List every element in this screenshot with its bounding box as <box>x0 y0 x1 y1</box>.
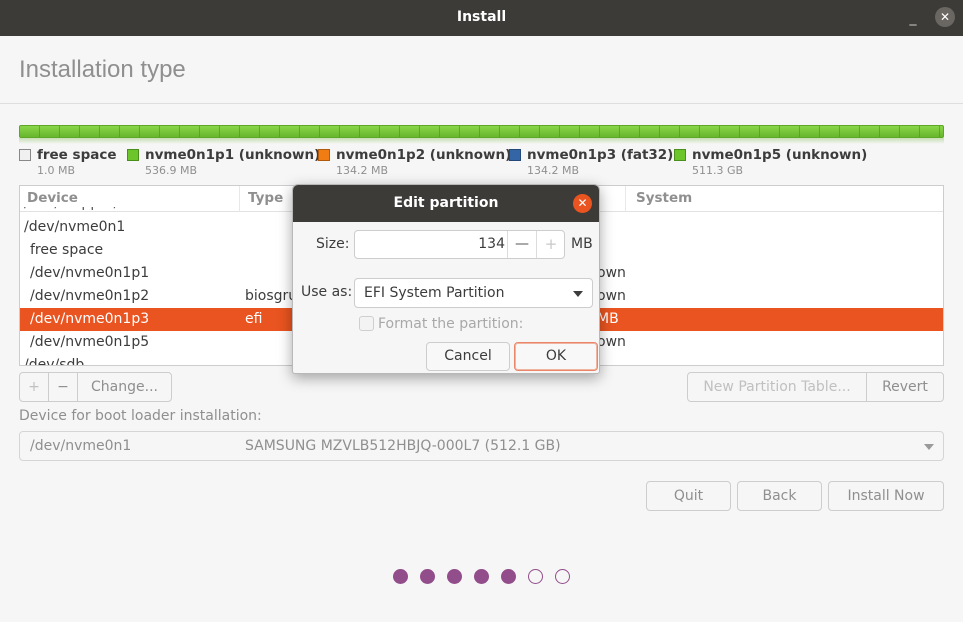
size-unit-label: MB <box>571 236 593 252</box>
size-decrement-button[interactable]: — <box>507 231 536 258</box>
plus-icon: + <box>544 235 558 253</box>
step-dot-completed <box>474 569 489 584</box>
dialog-title: Edit partition <box>393 195 499 211</box>
row-device: /dev/nvme0n1p1 <box>30 265 150 281</box>
dropdown-arrow-icon <box>924 444 934 450</box>
row-device: /dev/sdb <box>24 357 85 366</box>
dialog-close-button[interactable]: ✕ <box>573 194 592 213</box>
legend-size: 536.9 MB <box>145 164 198 177</box>
step-dot-completed <box>447 569 462 584</box>
window-title: Install <box>456 9 507 25</box>
revert-button[interactable]: Revert <box>866 372 944 402</box>
bootloader-label: Device for boot loader installation: <box>19 408 262 424</box>
size-input[interactable]: 134 <box>355 236 505 252</box>
column-header-system[interactable]: System <box>636 190 692 206</box>
ok-button[interactable]: OK <box>514 342 598 371</box>
new-partition-table-button[interactable]: New Partition Table... <box>687 372 867 402</box>
row-device: /dev/nvme0n1p2 <box>30 288 150 304</box>
cancel-label: Cancel <box>444 348 492 364</box>
install-now-button[interactable]: Install Now <box>828 481 944 511</box>
legend-swatch <box>318 149 330 161</box>
format-partition-label: Format the partition: <box>378 316 524 332</box>
column-header-type[interactable]: Type <box>248 190 283 206</box>
row-type: efi <box>245 311 263 327</box>
row-used: MB <box>597 311 619 327</box>
bootloader-device-select[interactable]: /dev/nvme0n1 SAMSUNG MZVLB512HBJQ-000L7 … <box>19 431 944 461</box>
legend-size: 1.0 MB <box>37 164 76 177</box>
close-icon: ✕ <box>577 196 588 210</box>
legend-name: nvme0n1p1 (unknown) <box>145 147 321 163</box>
step-dot-pending <box>555 569 570 584</box>
quit-label: Quit <box>673 488 704 504</box>
change-label: Change... <box>91 379 158 395</box>
partition-bar-reflection <box>19 138 944 144</box>
remove-partition-button[interactable]: − <box>48 372 78 402</box>
quit-button[interactable]: Quit <box>646 481 731 511</box>
size-increment-button[interactable]: + <box>536 231 565 258</box>
row-type: biosgru <box>245 288 298 304</box>
new-partition-table-label: New Partition Table... <box>703 379 851 395</box>
legend-name: nvme0n1p2 (unknown) <box>336 147 512 163</box>
legend-name: nvme0n1p5 (unknown) <box>692 147 868 163</box>
step-dot-completed <box>420 569 435 584</box>
step-dot-completed <box>501 569 516 584</box>
row-used: own <box>597 288 626 304</box>
legend-size: 511.3 GB <box>692 164 744 177</box>
minimize-button[interactable]: _ <box>906 10 920 26</box>
edit-partition-dialog: Edit partition ✕ Size: 134 — + MB Use as… <box>292 184 600 374</box>
bootloader-device: /dev/nvme0n1 <box>30 438 132 454</box>
minimize-icon: _ <box>909 10 917 26</box>
add-partition-button[interactable]: + <box>19 372 49 402</box>
row-used: own <box>597 265 626 281</box>
dialog-titlebar: Edit partition <box>293 185 599 222</box>
back-button[interactable]: Back <box>737 481 822 511</box>
legend-size: 134.2 MB <box>336 164 389 177</box>
legend-swatch <box>127 149 139 161</box>
back-label: Back <box>762 488 797 504</box>
close-icon: ✕ <box>939 10 951 24</box>
use-as-value: EFI System Partition <box>364 285 505 301</box>
minus-icon: — <box>515 236 529 252</box>
format-partition-checkbox[interactable] <box>359 316 374 331</box>
revert-label: Revert <box>882 379 928 395</box>
partition-usage-bar <box>19 125 944 138</box>
minus-icon: − <box>57 379 69 395</box>
step-dot-pending <box>528 569 543 584</box>
use-as-select[interactable]: EFI System Partition <box>354 278 593 308</box>
legend-name: free space <box>37 147 117 163</box>
ok-label: OK <box>545 348 567 364</box>
row-device: /dev/nvme0n1p5 <box>30 334 150 350</box>
dropdown-arrow-icon <box>573 291 583 297</box>
bootloader-description: SAMSUNG MZVLB512HBJQ-000L7 (512.1 GB) <box>245 438 561 454</box>
size-label: Size: <box>316 236 350 252</box>
row-device: /dev/nvme0n1p3 <box>30 311 150 327</box>
row-device: /dev/nvme0n1 <box>24 219 126 235</box>
row-used: own <box>597 334 626 350</box>
page-title: Installation type <box>19 56 186 83</box>
header-divider <box>0 103 963 104</box>
row-device: free space <box>30 242 104 258</box>
step-dot-completed <box>393 569 408 584</box>
legend-swatch <box>674 149 686 161</box>
column-header-device[interactable]: Device <box>27 190 78 206</box>
window-titlebar: Install _ ✕ <box>0 0 963 36</box>
cancel-button[interactable]: Cancel <box>426 342 510 371</box>
change-partition-button[interactable]: Change... <box>77 372 172 402</box>
legend-name: nvme0n1p3 (fat32) <box>527 147 674 163</box>
close-window-button[interactable]: ✕ <box>935 7 955 27</box>
size-spinbutton[interactable]: 134 — + <box>354 230 565 259</box>
legend-swatch <box>509 149 521 161</box>
legend-size: 134.2 MB <box>527 164 580 177</box>
legend-swatch <box>19 149 31 161</box>
install-now-label: Install Now <box>847 488 925 504</box>
use-as-label: Use as: <box>301 284 353 300</box>
plus-icon: + <box>28 379 40 395</box>
